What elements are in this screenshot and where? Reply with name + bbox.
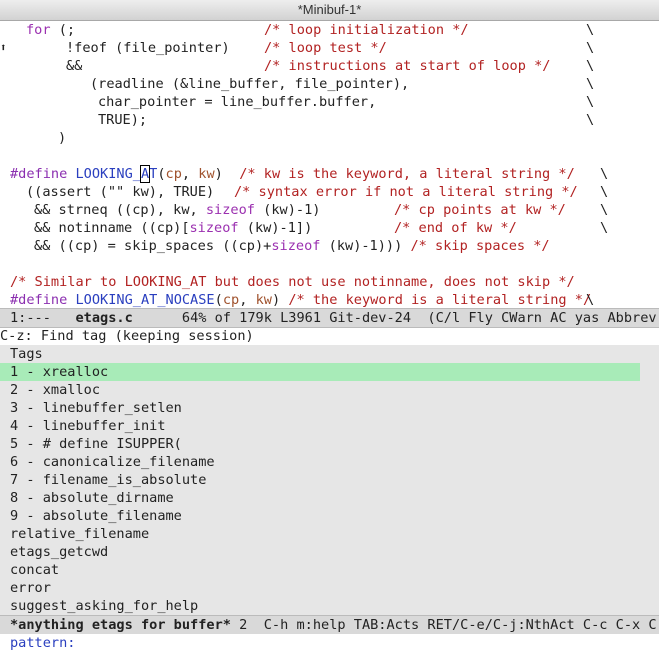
code-line: #define LOOKING_AT_NOCASE(cp, kw) /* the… (10, 292, 592, 308)
line-continuation: \ (586, 292, 595, 308)
buffer-name[interactable]: etags.c (75, 310, 132, 326)
line-continuation: \ (600, 184, 609, 200)
code-comment: /* loop initialization */ (264, 22, 469, 38)
candidate-list[interactable]: Tags 1 - xrealloc 2 - xmalloc 3 - linebu… (0, 345, 659, 615)
code-line: #define LOOKING_AT(cp, kw) /* kw is the … (10, 165, 575, 183)
list-item-selected[interactable]: 1 - xrealloc (0, 363, 640, 381)
code-line: && (66, 58, 83, 74)
buffer-status: 1:--- (10, 310, 51, 326)
echo-area: C-z: Find tag (keeping session) (0, 328, 254, 344)
list-item[interactable]: 2 - xmalloc (10, 381, 100, 399)
code-line: TRUE); (98, 112, 148, 128)
code-line: ((assert ("" kw), TRUE) (26, 184, 215, 200)
code-line: && notinname ((cp)[sizeof (kw)-1]) (34, 220, 313, 236)
list-item[interactable]: relative_filename (10, 525, 149, 543)
prompt-label: pattern: (10, 635, 76, 651)
list-item[interactable]: 7 - filename_is_absolute (10, 471, 206, 489)
key-help: C-h m:help TAB:Acts RET/C-e/C-j:NthAct C… (263, 617, 659, 633)
list-item[interactable]: 4 - linebuffer_init (10, 417, 166, 435)
code-line: (readline (&line_buffer, file_pointer), (90, 76, 410, 92)
line-continuation: \ (600, 166, 609, 182)
code-comment: /* end of kw */ (394, 220, 517, 236)
buffer-info: 64% of 179k L3961 Git-dev-24 (C/l Fly CW… (181, 310, 659, 326)
line-continuation: \ (600, 202, 609, 218)
list-item[interactable]: concat (10, 561, 59, 579)
code-line: && strneq ((cp), kw, sizeof (kw)-1) (34, 202, 321, 218)
line-continuation: \ (586, 58, 595, 74)
code-line: ) (58, 130, 67, 146)
list-item[interactable]: 3 - linebuffer_setlen (10, 399, 182, 417)
line-continuation: \ (586, 76, 595, 92)
code-comment: /* loop test */ (264, 40, 387, 56)
code-line: !feof (file_pointer) (66, 40, 230, 56)
line-continuation: \ (586, 112, 595, 128)
candidate-count: 2 (239, 617, 248, 633)
code-editor[interactable]: for (; /* loop initialization */ \ ⬆ !fe… (0, 21, 659, 308)
mode-line[interactable]: 1:--- etags.c 64% of 179k L3961 Git-dev-… (0, 308, 659, 328)
list-item[interactable]: 5 - # define ISUPPER( (10, 435, 182, 453)
code-comment: /* Similar to LOOKING_AT but does not us… (10, 274, 575, 290)
line-continuation: \ (586, 94, 595, 110)
code-comment: /* instructions at start of loop */ (264, 58, 551, 74)
anything-mode-line: *anything etags for buffer* 2 C-h m:help… (0, 615, 659, 634)
line-continuation: \ (600, 220, 609, 236)
list-item[interactable]: error (10, 579, 51, 597)
list-item[interactable]: etags_getcwd (10, 543, 108, 561)
window-title: *Minibuf-1* (0, 0, 659, 21)
minibuffer-prompt: pattern: (0, 634, 659, 654)
source-name: *anything etags for buffer* (10, 617, 231, 633)
pattern-input[interactable] (83, 635, 644, 651)
list-item[interactable]: suggest_asking_for_help (10, 597, 198, 615)
list-item[interactable]: 6 - canonicalize_filename (10, 453, 215, 471)
code-line: && ((cp) = skip_spaces ((cp)+sizeof (kw)… (34, 238, 550, 254)
code-line: for (; (26, 22, 76, 38)
list-item[interactable]: 9 - absolute_filename (10, 507, 182, 525)
fringe-arrow-icon: ⬆ (0, 41, 7, 54)
line-continuation: \ (586, 22, 595, 38)
candidate-header: Tags (10, 346, 43, 362)
code-line: char_pointer = line_buffer.buffer, (98, 94, 377, 110)
code-comment: /* syntax error if not a literal string … (234, 184, 578, 200)
code-comment: /* cp points at kw */ (394, 202, 566, 218)
text-cursor: A (139, 165, 151, 183)
line-continuation: \ (586, 40, 595, 56)
list-item[interactable]: 8 - absolute_dirname (10, 489, 174, 507)
